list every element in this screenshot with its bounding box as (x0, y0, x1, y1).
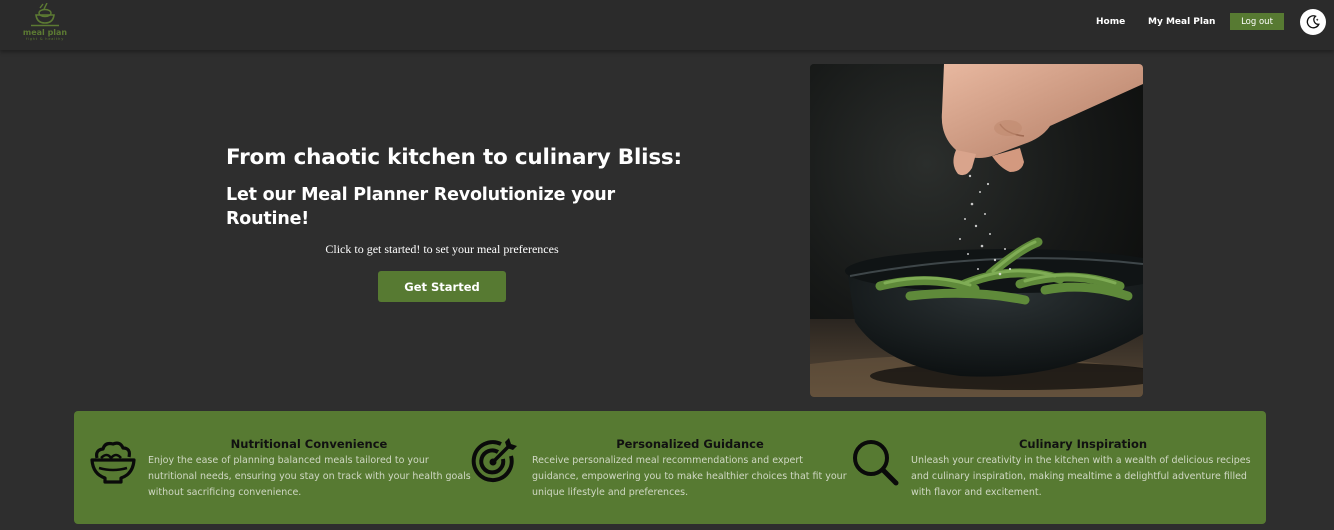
theme-toggle-button[interactable] (1300, 9, 1326, 35)
feature-title-culinary-inspiration: Culinary Inspiration (1018, 437, 1148, 451)
salad-bowl-icon (90, 441, 136, 484)
feature-title-personalized-guidance: Personalized Guidance (616, 437, 764, 451)
features-panel: Nutritional Convenience Enjoy the ease o… (74, 411, 1266, 524)
hero-heading: From chaotic kitchen to culinary Bliss: (226, 145, 682, 170)
logout-button[interactable]: Log out (1230, 13, 1284, 30)
feature-title-nutritional-convenience: Nutritional Convenience (230, 437, 388, 451)
hero-text: From chaotic kitchen to culinary Bliss: … (226, 143, 686, 231)
hero-caption: Click to get started! to set your meal p… (325, 242, 559, 256)
food-photo (810, 64, 1143, 397)
feature-desc-culinary-inspiration: Unleash your creativity in the kitchen w… (911, 455, 1251, 498)
target-icon (471, 438, 517, 483)
logo[interactable]: meal plan fight & healthy (20, 3, 70, 47)
search-icon (853, 440, 899, 486)
nav-home-link[interactable]: Home (1096, 17, 1125, 27)
logo-name: meal plan (22, 28, 68, 37)
feature-desc-nutritional-convenience: Enjoy the ease of planning balanced meal… (148, 455, 471, 498)
hero-image (810, 64, 1143, 397)
logo-tagline: fight & healthy (25, 37, 65, 41)
feature-desc-personalized-guidance: Receive personalized meal recommendation… (532, 455, 847, 498)
moon-icon (1306, 15, 1320, 29)
nav-my-meal-plan-link[interactable]: My Meal Plan (1148, 17, 1215, 27)
hero-subheading: Let our Meal Planner Revolutionize your … (226, 185, 615, 229)
get-started-button[interactable]: Get Started (378, 271, 506, 302)
navbar: meal plan fight & healthy Home My Meal P… (0, 0, 1334, 50)
bowl-logo-icon (31, 3, 59, 27)
